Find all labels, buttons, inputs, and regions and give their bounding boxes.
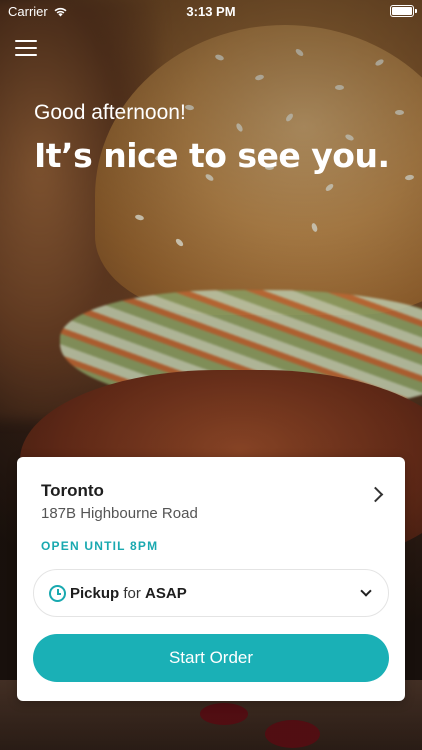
clock-icon: [49, 584, 66, 602]
store-name: Toronto: [41, 481, 104, 500]
battery-icon: [390, 5, 417, 17]
welcome-headline: It’s nice to see you.: [34, 136, 390, 175]
status-bar: Carrier 3:13 PM: [0, 0, 422, 22]
order-time-label: ASAP: [145, 584, 187, 602]
order-mode-connector: for: [123, 584, 141, 602]
order-mode-dropdown[interactable]: Pickup for ASAP: [33, 569, 389, 617]
start-order-button[interactable]: Start Order: [33, 634, 389, 682]
chevron-right-icon[interactable]: [367, 486, 384, 503]
order-mode-label: Pickup: [70, 584, 120, 602]
store-address: 187B Highbourne Road: [41, 505, 198, 522]
greeting-text: Good afternoon!: [34, 101, 186, 124]
order-mode-text: Pickup for ASAP: [70, 585, 362, 602]
status-time: 3:13 PM: [186, 3, 236, 19]
wifi-icon: [54, 7, 67, 16]
store-hours-status: OPEN UNTIL 8PM: [41, 539, 159, 553]
chevron-down-icon[interactable]: [360, 584, 372, 597]
menu-icon[interactable]: [15, 38, 37, 58]
order-card: Toronto 187B Highbourne Road OPEN UNTIL …: [17, 457, 405, 701]
carrier-label: Carrier: [8, 3, 48, 19]
store-selector[interactable]: Toronto 187B Highbourne Road: [17, 457, 405, 537]
